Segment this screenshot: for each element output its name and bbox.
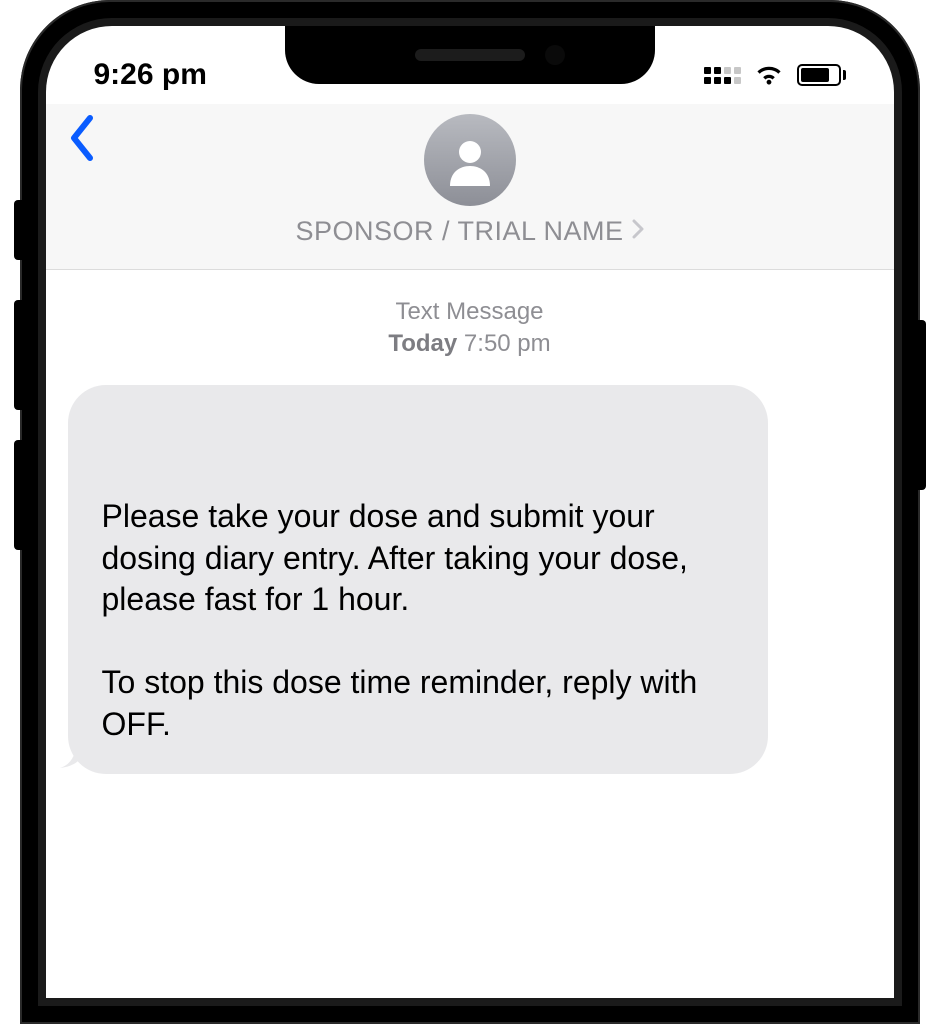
message-day-label: Today [388, 330, 457, 357]
bubble-tail-icon [60, 742, 86, 768]
status-time: 9:26 pm [94, 58, 207, 92]
chevron-right-icon [632, 218, 644, 246]
phone-bezel: 9:26 pm [38, 18, 902, 1006]
speaker-grille [415, 49, 525, 61]
conversation-header: SPONSOR / TRIAL NAME [46, 104, 894, 270]
message-thread[interactable]: Text Message Today 7:50 pm Please take y… [46, 270, 894, 800]
battery-icon [797, 64, 846, 86]
screen: 9:26 pm [46, 26, 894, 998]
contact-name-label: SPONSOR / TRIAL NAME [295, 216, 623, 247]
status-icons [704, 63, 846, 87]
volume-down-button [14, 440, 24, 550]
incoming-message-row: Please take your dose and submit your do… [68, 385, 872, 774]
phone-frame: 9:26 pm [20, 0, 920, 1024]
message-time-label: 7:50 pm [464, 330, 551, 357]
power-button [916, 320, 926, 490]
notch [285, 26, 655, 84]
mute-switch [14, 200, 24, 260]
wifi-icon [753, 63, 785, 87]
message-timestamp: Text Message Today 7:50 pm [68, 296, 872, 361]
message-text: Please take your dose and submit your do… [102, 498, 698, 742]
contact-name-button[interactable]: SPONSOR / TRIAL NAME [295, 216, 643, 247]
person-icon [442, 132, 498, 188]
cellular-signal-icon [704, 67, 741, 84]
front-camera [545, 45, 565, 65]
contact-avatar[interactable] [424, 114, 516, 206]
volume-up-button [14, 300, 24, 410]
incoming-message-bubble[interactable]: Please take your dose and submit your do… [68, 385, 768, 774]
message-type-label: Text Message [68, 296, 872, 328]
back-button[interactable] [68, 114, 94, 162]
